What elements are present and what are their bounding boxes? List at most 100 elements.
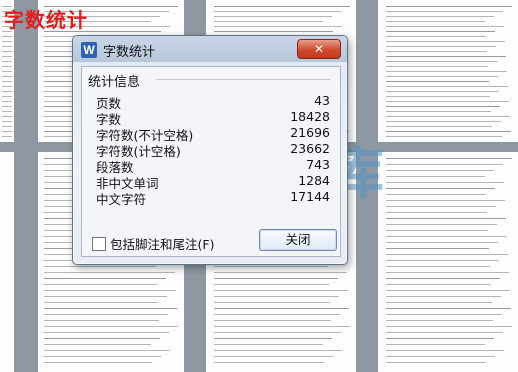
text-line — [386, 31, 495, 32]
caption-title: 字数统计 — [4, 8, 88, 32]
word-count-dialog: W 字数统计 ✕ 统计信息 页数 43 字数 18428 字符数(不计空格) 2… — [72, 35, 348, 265]
text-line — [2, 56, 12, 57]
text-line — [386, 91, 499, 92]
text-line — [386, 46, 496, 47]
text-line — [386, 81, 489, 82]
text-line — [214, 21, 323, 22]
text-line — [386, 66, 488, 67]
text-line — [386, 290, 510, 291]
text-line — [2, 121, 12, 122]
text-line — [214, 302, 330, 303]
text-line — [44, 272, 175, 273]
text-line — [214, 266, 328, 267]
text-line — [386, 121, 501, 122]
text-line — [2, 106, 12, 107]
text-line — [214, 332, 341, 333]
app-icon: W — [81, 42, 97, 58]
text-line — [44, 266, 156, 267]
stat-row: 中文字符 17144 — [96, 189, 330, 207]
text-line — [44, 332, 169, 333]
text-line — [214, 284, 329, 285]
dialog-titlebar[interactable]: W 字数统计 ✕ — [73, 36, 347, 62]
text-line — [386, 176, 485, 177]
text-line — [386, 338, 494, 339]
text-line — [386, 6, 512, 7]
page-thumbnail[interactable] — [378, 152, 518, 372]
text-line — [214, 16, 332, 17]
include-footnotes-label[interactable]: 包括脚注和尾注(F) — [110, 234, 214, 253]
text-line — [44, 302, 158, 303]
page-thumbnail[interactable] — [0, 152, 14, 372]
text-line — [214, 11, 341, 12]
text-line — [386, 16, 494, 17]
stat-row: 字符数(计空格) 23662 — [96, 141, 330, 159]
text-line — [386, 116, 510, 117]
text-line — [386, 278, 500, 279]
close-icon[interactable]: ✕ — [297, 39, 341, 59]
text-line — [386, 61, 497, 62]
stat-row: 字符数(不计空格) 21696 — [96, 125, 330, 143]
text-line — [386, 21, 485, 22]
text-line — [2, 91, 12, 92]
text-line — [386, 158, 512, 159]
text-line — [214, 296, 339, 297]
text-line — [386, 308, 511, 309]
text-line — [214, 31, 333, 32]
text-line — [386, 230, 488, 231]
dialog-title: 字数统计 — [103, 45, 156, 60]
text-line — [386, 170, 494, 171]
text-line — [2, 41, 12, 42]
text-line — [386, 101, 509, 102]
text-line — [44, 356, 161, 357]
stat-value: 43 — [314, 93, 330, 108]
text-line — [386, 11, 503, 12]
group-label: 统计信息 — [88, 71, 145, 90]
text-line — [386, 188, 495, 189]
text-line — [214, 320, 331, 321]
text-line — [214, 314, 340, 315]
text-line — [386, 86, 508, 87]
text-line — [386, 248, 489, 249]
text-line — [2, 36, 12, 37]
stat-row: 非中文单词 1284 — [96, 173, 330, 191]
text-line — [2, 86, 12, 87]
text-line — [2, 81, 12, 82]
text-line — [44, 344, 151, 345]
stat-value: 743 — [306, 157, 330, 172]
text-line — [386, 296, 501, 297]
text-line — [386, 56, 506, 57]
text-line — [44, 320, 159, 321]
text-line — [386, 254, 508, 255]
text-line — [44, 362, 152, 363]
text-line — [386, 111, 491, 112]
text-line — [386, 266, 490, 267]
text-line — [386, 96, 490, 97]
stat-value: 21696 — [290, 125, 330, 140]
text-line — [386, 350, 504, 351]
group-divider — [156, 79, 330, 80]
text-line — [386, 326, 512, 327]
text-line — [386, 126, 492, 127]
include-footnotes-checkbox[interactable] — [92, 237, 106, 251]
text-line — [44, 308, 177, 309]
text-line — [214, 272, 347, 273]
text-line — [2, 61, 12, 62]
stat-value: 18428 — [290, 109, 330, 124]
text-line — [386, 302, 492, 303]
text-line — [214, 278, 338, 279]
text-line — [386, 131, 511, 132]
text-line — [2, 136, 12, 137]
text-line — [386, 356, 495, 357]
text-line — [2, 96, 12, 97]
stat-row: 字数 18428 — [96, 109, 330, 127]
text-line — [386, 182, 504, 183]
text-line — [44, 338, 160, 339]
stat-value: 1284 — [298, 173, 330, 188]
text-line — [386, 41, 505, 42]
text-line — [386, 164, 503, 165]
text-line — [2, 76, 12, 77]
text-line — [214, 26, 342, 27]
text-line — [386, 26, 504, 27]
close-button[interactable]: 关闭 — [259, 229, 337, 251]
text-line — [44, 314, 168, 315]
